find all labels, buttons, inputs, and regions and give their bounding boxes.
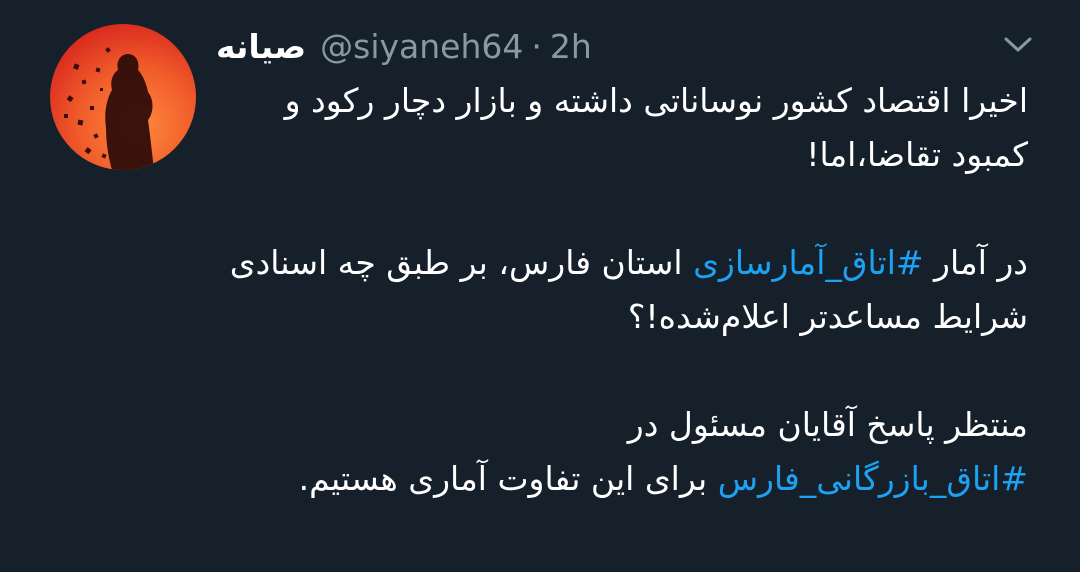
paragraph-2-text-start: در آمار	[923, 243, 1028, 282]
chevron-down-icon[interactable]	[998, 30, 1038, 58]
user-handle[interactable]: @siyaneh64	[320, 27, 523, 66]
tweet-header: صیانه @siyaneh64 · 2h	[216, 22, 592, 70]
tweet-text: اخیرا اقتصاد کشور نوساناتی داشته و بازار…	[220, 74, 1028, 506]
tweet-paragraph-1: اخیرا اقتصاد کشور نوساناتی داشته و بازار…	[284, 81, 1028, 174]
separator-dot: ·	[531, 26, 542, 66]
tweet-paragraph-2: در آمار #اتاق_آمارسازی استان فارس، بر طب…	[220, 236, 1028, 344]
paragraph-3-text-end: برای این تفاوت آماری هستیم.	[298, 459, 718, 498]
display-name[interactable]: صیانه	[216, 27, 306, 66]
timestamp[interactable]: 2h	[550, 27, 592, 66]
hashtag-link-2[interactable]: #اتاق_بازرگانی_فارس	[718, 459, 1028, 498]
avatar-silhouette-image	[64, 47, 154, 170]
tweet-paragraph-3: منتظر پاسخ آقایان مسئول در #اتاق_بازرگانی…	[220, 398, 1028, 506]
profile-avatar[interactable]	[50, 24, 196, 170]
paragraph-3-text-start: منتظر پاسخ آقایان مسئول در	[627, 405, 1028, 444]
tweet-card[interactable]: صیانه @siyaneh64 · 2h اخیرا اقتصاد کشور …	[0, 0, 1080, 572]
hashtag-link-1[interactable]: #اتاق_آمارسازی	[693, 243, 923, 282]
